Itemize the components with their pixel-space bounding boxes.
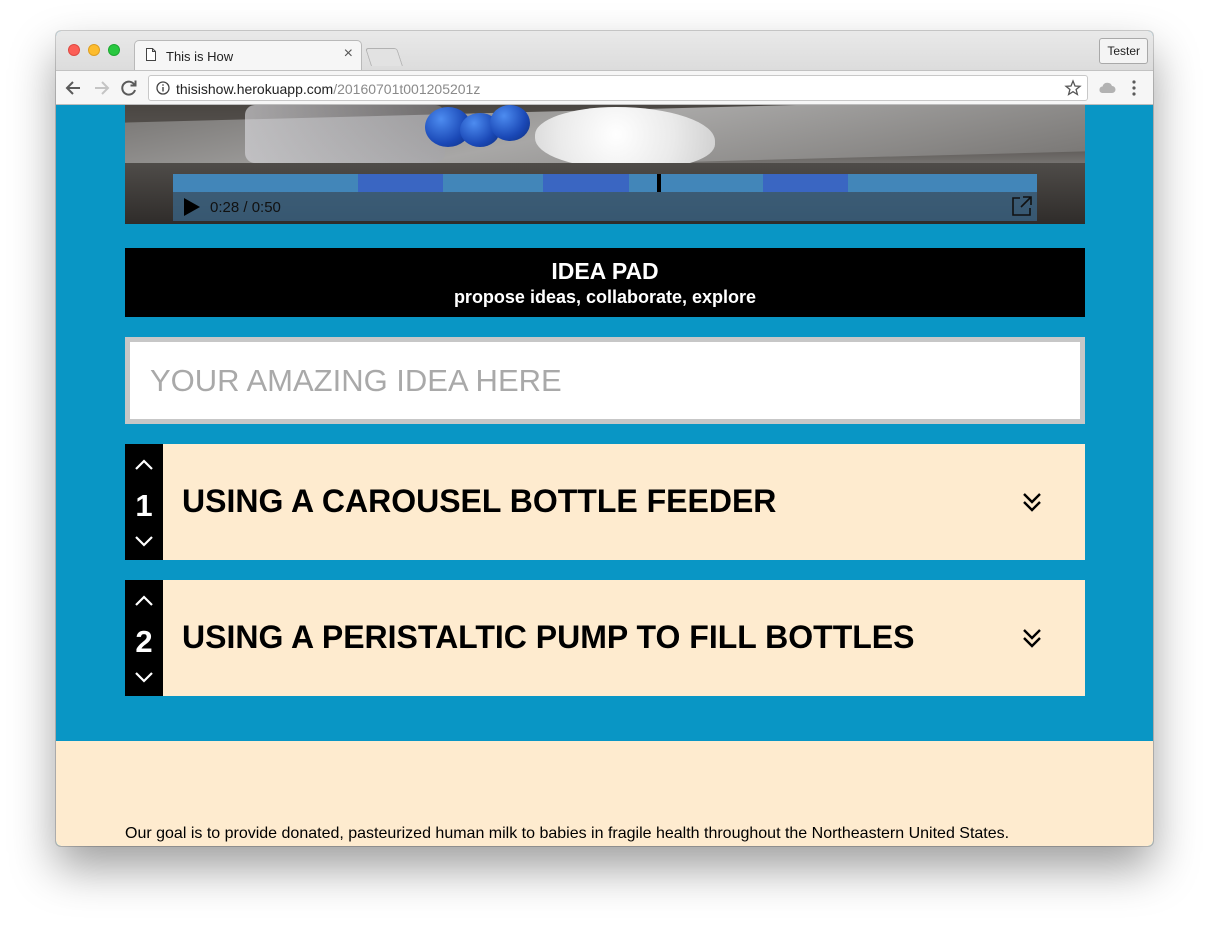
vote-column: 2 — [125, 580, 163, 696]
play-icon[interactable] — [183, 197, 201, 217]
idea-item[interactable]: 1 USING A CAROUSEL BOTTLE FEEDER — [125, 444, 1085, 560]
idea-input[interactable] — [125, 337, 1085, 424]
idea-item[interactable]: 2 USING A PERISTALTIC PUMP TO FILL BOTTL… — [125, 580, 1085, 696]
tab-title: This is How — [166, 49, 234, 64]
browser-window: This is How × Tester thisishow.herokuapp… — [56, 31, 1153, 846]
profile-button[interactable]: Tester — [1099, 38, 1148, 64]
maximize-window-button[interactable] — [108, 44, 120, 56]
idea-title[interactable]: USING A PERISTALTIC PUMP TO FILL BOTTLES — [182, 619, 914, 656]
video-time: 0:28 / 0:50 — [210, 199, 281, 216]
forward-button[interactable] — [90, 77, 112, 99]
vote-column: 1 — [125, 444, 163, 560]
buffered-segment — [543, 174, 629, 192]
video-frame-cap — [490, 105, 530, 141]
bookmark-star-icon[interactable] — [1064, 79, 1082, 97]
title-bar: This is How × Tester — [56, 31, 1153, 70]
idea-pad-title: IDEA PAD — [551, 258, 659, 284]
video-playhead[interactable] — [657, 174, 661, 192]
arrow-left-icon — [65, 81, 80, 95]
buffered-segment — [763, 174, 848, 192]
minimize-window-button[interactable] — [88, 44, 100, 56]
buffered-segment — [358, 174, 443, 192]
chevron-up-icon[interactable] — [134, 458, 154, 472]
more-menu-icon[interactable] — [1129, 79, 1139, 97]
idea-pad-header: IDEA PAD propose ideas, collaborate, exp… — [125, 248, 1085, 317]
reload-icon — [121, 80, 137, 96]
back-button[interactable] — [63, 77, 85, 99]
double-chevron-down-icon[interactable] — [1020, 627, 1044, 649]
idea-rank: 2 — [135, 624, 153, 659]
video-controls: 0:28 / 0:50 — [173, 192, 1037, 221]
url-host: thisishow.herokuapp.com — [176, 81, 334, 97]
arrow-right-icon — [95, 81, 110, 95]
browser-toolbar: thisishow.herokuapp.com/20160701t0012052… — [56, 70, 1153, 105]
browser-tab[interactable]: This is How × — [134, 40, 362, 70]
chevron-up-icon[interactable] — [134, 594, 154, 608]
url-path: /20160701t001205201z — [333, 81, 481, 97]
video-player[interactable]: 0:28 / 0:50 — [125, 105, 1085, 224]
close-window-button[interactable] — [68, 44, 80, 56]
page-content: 0:28 / 0:50 IDEA PAD propose ideas, coll… — [56, 105, 1153, 846]
tab-close-icon[interactable]: × — [344, 46, 353, 62]
cloud-extension-icon[interactable] — [1098, 80, 1116, 96]
address-bar[interactable]: thisishow.herokuapp.com/20160701t0012052… — [148, 75, 1088, 101]
fullscreen-icon[interactable] — [1011, 195, 1033, 217]
idea-title[interactable]: USING A CAROUSEL BOTTLE FEEDER — [182, 483, 776, 520]
video-progress-bar[interactable] — [173, 174, 1037, 192]
chevron-down-icon[interactable] — [134, 670, 154, 684]
video-frame-plastic — [245, 105, 445, 163]
footer: Our goal is to provide donated, pasteuri… — [56, 741, 1153, 846]
chevron-down-icon[interactable] — [134, 534, 154, 548]
idea-pad-subtitle: propose ideas, collaborate, explore — [453, 287, 757, 307]
new-tab-button[interactable] — [365, 48, 403, 66]
document-icon — [146, 48, 156, 61]
idea-rank: 1 — [135, 488, 153, 523]
reload-button[interactable] — [118, 77, 140, 99]
footer-mission-text: Our goal is to provide donated, pasteuri… — [125, 825, 1010, 842]
info-icon[interactable] — [156, 81, 170, 95]
double-chevron-down-icon[interactable] — [1020, 491, 1044, 513]
url-text: thisishow.herokuapp.com/20160701t0012052… — [176, 81, 480, 97]
